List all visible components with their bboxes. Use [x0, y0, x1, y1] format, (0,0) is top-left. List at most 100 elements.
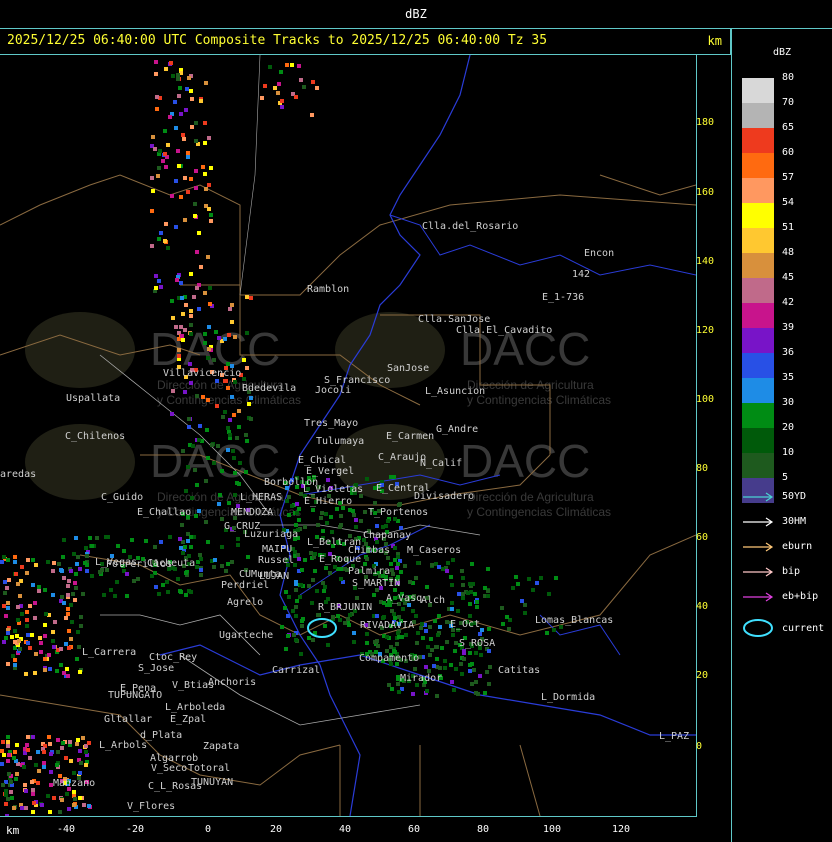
radar-echo-pixel	[244, 470, 248, 474]
city-label: L_Arbols	[99, 740, 147, 751]
city-label: Cacheuta	[147, 558, 195, 569]
radar-echo-pixel	[189, 177, 193, 181]
radar-echo-pixel	[87, 804, 91, 808]
radar-echo-pixel	[230, 320, 234, 324]
radar-echo-pixel	[125, 572, 129, 576]
radar-echo-pixel	[73, 797, 77, 801]
radar-echo-pixel	[165, 580, 169, 584]
legend-level-label: 65	[782, 122, 795, 133]
legend-swatch	[742, 328, 774, 353]
radar-echo-pixel	[193, 202, 197, 206]
radar-echo-pixel	[163, 129, 167, 133]
radar-echo-pixel	[434, 645, 438, 649]
radar-echo-pixel	[365, 557, 369, 561]
radar-echo-pixel	[311, 638, 315, 642]
radar-echo-pixel	[206, 356, 210, 360]
radar-echo-pixel	[294, 95, 298, 99]
radar-echo-pixel	[177, 94, 181, 98]
x-tick-label: -40	[57, 824, 76, 835]
radar-echo-pixel	[179, 195, 183, 199]
radar-echo-pixel	[298, 595, 302, 599]
city-label: S_Jose	[138, 663, 174, 674]
radar-echo-pixel	[150, 176, 154, 180]
radar-echo-pixel	[437, 565, 441, 569]
radar-echo-pixel	[20, 565, 24, 569]
radar-echo-pixel	[297, 507, 301, 511]
radar-echo-pixel	[68, 740, 72, 744]
radar-echo-pixel	[230, 303, 234, 307]
radar-echo-pixel	[61, 741, 65, 745]
radar-echo-pixel	[450, 607, 454, 611]
radar-echo-pixel	[194, 514, 198, 518]
radar-echo-pixel	[158, 149, 162, 153]
radar-echo-pixel	[323, 585, 327, 589]
radar-echo-pixel	[397, 635, 401, 639]
current-cell-ellipse[interactable]	[307, 618, 337, 638]
legend-swatch	[742, 103, 774, 128]
city-label: Perdriel	[221, 580, 269, 591]
radar-echo-pixel	[310, 601, 314, 605]
radar-echo-pixel	[176, 73, 180, 77]
radar-echo-pixel	[351, 509, 355, 513]
radar-echo-pixel	[199, 99, 203, 103]
legend-title: dBZ	[773, 47, 792, 58]
radar-echo-pixel	[208, 286, 212, 290]
radar-echo-pixel	[13, 750, 17, 754]
radar-echo-pixel	[230, 560, 234, 564]
radar-echo-pixel	[4, 793, 8, 797]
radar-echo-pixel	[286, 614, 290, 618]
radar-echo-pixel	[23, 783, 27, 787]
radar-echo-pixel	[69, 637, 73, 641]
radar-echo-pixel	[297, 518, 301, 522]
radar-echo-pixel	[245, 295, 249, 299]
legend-swatch	[742, 453, 774, 478]
radar-echo-pixel	[435, 694, 439, 698]
radar-echo-pixel	[416, 631, 420, 635]
city-label: Clla.del_Rosario	[422, 221, 518, 232]
radar-echo-pixel	[77, 645, 81, 649]
radar-echo-pixel	[206, 540, 210, 544]
radar-echo-pixel	[6, 601, 10, 605]
radar-echo-pixel	[324, 512, 328, 516]
radar-echo-pixel	[421, 636, 425, 640]
radar-echo-pixel	[296, 553, 300, 557]
radar-echo-pixel	[57, 562, 61, 566]
radar-echo-pixel	[326, 478, 330, 482]
radar-map-canvas[interactable]: DACCDirección de Agriculturay Contingenc…	[0, 55, 696, 816]
radar-echo-pixel	[15, 772, 19, 776]
legend-level-label: 54	[782, 197, 795, 208]
radar-echo-pixel	[207, 183, 211, 187]
radar-echo-pixel	[302, 85, 306, 89]
legend-level-label: 51	[782, 222, 795, 233]
radar-echo-pixel	[154, 585, 158, 589]
radar-echo-pixel	[13, 629, 17, 633]
y-tick-label: 0	[696, 741, 703, 752]
radar-echo-pixel	[0, 762, 4, 766]
radar-map[interactable]: DACC Dirección de Agricultura y Contingenc…	[0, 55, 697, 817]
radar-echo-pixel	[106, 535, 110, 539]
radar-echo-pixel	[56, 738, 60, 742]
radar-echo-pixel	[480, 628, 484, 632]
radar-echo-pixel	[166, 246, 170, 250]
radar-echo-pixel	[78, 796, 82, 800]
radar-echo-pixel	[218, 493, 222, 497]
legend-level-label: 45	[782, 272, 795, 283]
legend-level-label: 30	[782, 397, 795, 408]
radar-echo-pixel	[483, 586, 487, 590]
radar-echo-pixel	[180, 296, 184, 300]
radar-echo-pixel	[386, 519, 390, 523]
radar-echo-pixel	[203, 332, 207, 336]
city-label: E_1-736	[542, 292, 584, 303]
radar-echo-pixel	[18, 594, 22, 598]
radar-echo-pixel	[220, 564, 224, 568]
city-label: Tulumaya	[316, 436, 364, 447]
radar-echo-pixel	[52, 561, 56, 565]
radar-echo-pixel	[372, 593, 376, 597]
radar-echo-pixel	[331, 615, 335, 619]
radar-echo-pixel	[15, 634, 19, 638]
radar-echo-pixel	[287, 595, 291, 599]
radar-echo-pixel	[161, 159, 165, 163]
radar-echo-pixel	[268, 65, 272, 69]
radar-echo-pixel	[425, 689, 429, 693]
city-label: Anchoris	[208, 677, 256, 688]
